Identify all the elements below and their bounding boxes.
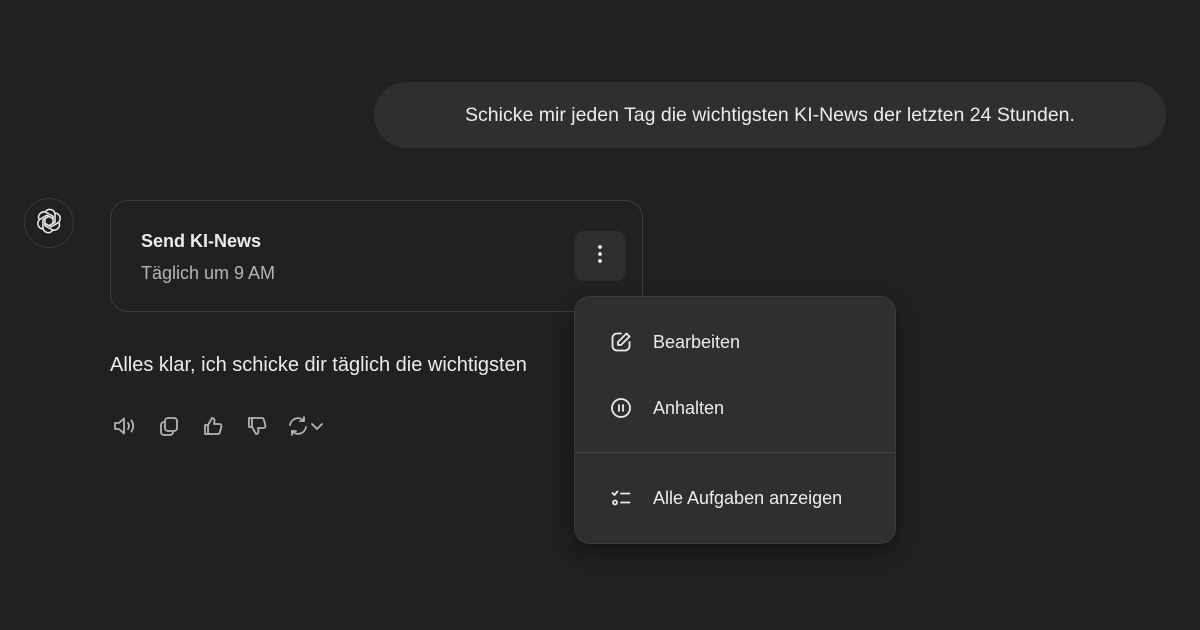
task-options-menu: Bearbeiten Anhalten Alle Aufgaben anzeig… [574, 296, 896, 544]
menu-item-edit[interactable]: Bearbeiten [575, 317, 895, 367]
menu-item-label: Anhalten [653, 397, 725, 418]
thumbs-down-button[interactable] [242, 411, 272, 441]
pause-icon [608, 395, 634, 421]
assistant-reply-text: Alles klar, ich schicke dir täglich die … [110, 354, 527, 376]
menu-item-label: Alle Aufgaben anzeigen [653, 487, 843, 508]
message-actions [110, 410, 348, 442]
menu-divider [575, 452, 895, 453]
openai-logo-icon [35, 207, 63, 240]
task-list-icon [608, 485, 634, 511]
chevron-down-icon [310, 421, 324, 431]
copy-button[interactable] [154, 411, 184, 441]
task-schedule: Täglich um 9 AM [141, 263, 276, 283]
assistant-avatar [24, 198, 74, 248]
read-aloud-button[interactable] [110, 411, 140, 441]
vertical-ellipsis-icon [597, 244, 603, 269]
user-message-bubble: Schicke mir jeden Tag die wichtigsten KI… [374, 82, 1166, 148]
thumbs-up-icon [202, 415, 224, 437]
menu-item-all-tasks[interactable]: Alle Aufgaben anzeigen [575, 473, 895, 523]
regenerate-button[interactable] [286, 411, 334, 441]
thumbs-up-button[interactable] [198, 411, 228, 441]
thumbs-down-icon [246, 415, 268, 437]
menu-item-label: Bearbeiten [653, 331, 741, 352]
read-aloud-icon [112, 415, 138, 437]
task-options-button[interactable] [575, 231, 625, 281]
copy-icon [158, 415, 180, 437]
scheduled-task-card[interactable]: Send KI-News Täglich um 9 AM [110, 200, 643, 312]
user-message-text: Schicke mir jeden Tag die wichtigsten KI… [465, 103, 1075, 126]
menu-item-pause[interactable]: Anhalten [575, 383, 895, 433]
task-title: Send KI-News [141, 231, 262, 251]
regenerate-icon [286, 415, 310, 437]
edit-icon [608, 329, 634, 355]
chat-page: Schicke mir jeden Tag die wichtigsten KI… [0, 0, 1200, 630]
